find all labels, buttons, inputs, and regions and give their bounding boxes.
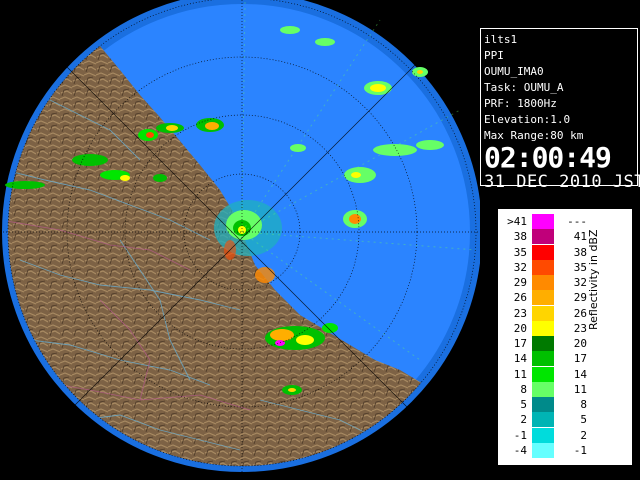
- legend-color-swatch: [532, 259, 554, 275]
- scan-time: 02:00:49: [484, 141, 612, 174]
- legend-upper-bound: -1: [573, 443, 587, 457]
- legend-color-swatch: [532, 412, 554, 428]
- legend-row: 58: [499, 397, 599, 413]
- legend-color-swatch: [532, 320, 554, 336]
- legend-lower-bound: 29: [513, 276, 527, 289]
- legend-upper-bound: 41: [573, 230, 587, 244]
- radar-map[interactable]: [0, 0, 480, 480]
- legend-row: 17 20: [499, 336, 599, 352]
- legend-lower-bound: 20: [513, 321, 527, 335]
- side-panel: ilts1 PPI OUMU_IMA0 Task: OUMU_A PRF: 18…: [480, 0, 640, 480]
- legend-lower-bound: 23: [513, 306, 527, 320]
- legend-upper-bound: 29: [573, 291, 587, 305]
- legend-lower-bound: 2: [520, 413, 527, 427]
- legend-row: 8 11: [499, 381, 599, 398]
- legend-color-swatch: [532, 214, 554, 229]
- legend-row: -4 -1: [499, 442, 599, 459]
- legend-row: 26 29: [499, 290, 599, 306]
- legend-row: >41 ---: [499, 214, 599, 230]
- legend-upper-bound: 14: [573, 367, 587, 381]
- legend-color-swatch: [532, 427, 554, 443]
- legend-upper-bound: 26: [573, 306, 587, 320]
- legend-color-swatch: [532, 336, 554, 351]
- task-name: Task: OUMU_A: [484, 81, 564, 94]
- site-name: ilts1: [484, 33, 518, 46]
- legend-lower-bound: 8: [520, 382, 527, 396]
- legend-upper-bound: 11: [573, 382, 587, 396]
- legend-upper-bound: 32: [573, 276, 587, 289]
- legend-color-swatch: [532, 275, 554, 290]
- legend-color-swatch: [532, 397, 554, 412]
- prf-value: PRF: 1800Hz: [484, 97, 557, 110]
- legend-lower-bound: 32: [513, 260, 527, 274]
- legend-lower-bound: 35: [513, 245, 527, 259]
- legend-row: 35 38: [499, 244, 599, 261]
- legend-upper-bound: 8: [580, 398, 587, 411]
- legend-upper-bound: 23: [573, 321, 587, 335]
- legend-row: 20 23: [499, 320, 599, 337]
- info-box: ilts1 PPI OUMU_IMA0 Task: OUMU_A PRF: 18…: [480, 28, 640, 192]
- legend-row: 11 14: [499, 366, 599, 383]
- legend-color-swatch: [532, 381, 554, 397]
- legend-lower-bound: -4: [513, 443, 527, 457]
- legend-color-swatch: [532, 442, 554, 458]
- legend-lower-bound: -1: [513, 428, 527, 442]
- legend-color-swatch: [532, 290, 554, 306]
- legend-lower-bound: 26: [513, 291, 527, 305]
- station-id: OUMU_IMA0: [484, 65, 544, 78]
- legend-row: 25: [499, 412, 599, 428]
- legend-upper-bound: 2: [580, 428, 587, 442]
- legend-row: 32 35: [499, 259, 599, 276]
- legend-color-swatch: [532, 351, 554, 367]
- legend-row: 23 26: [499, 305, 599, 322]
- legend-color-swatch: [532, 244, 554, 260]
- legend-lower-bound: 11: [513, 367, 527, 381]
- legend-upper-bound: 20: [573, 337, 587, 350]
- legend-upper-bound: 35: [573, 260, 587, 274]
- legend-lower-bound: 14: [513, 352, 527, 366]
- legend-upper-bound: 5: [580, 413, 587, 427]
- legend-color-swatch: [532, 305, 554, 321]
- legend-row: 38 41: [499, 229, 599, 245]
- legend-color-swatch: [532, 366, 554, 382]
- reflectivity-legend: >41 --- 38 41 35 38 32 35 29 32 26 29 23 26 20 23 17 20 14…: [498, 209, 632, 465]
- legend-lower-bound: 38: [513, 230, 527, 244]
- legend-unit-label: Reflectivity in dBZ: [587, 229, 600, 330]
- legend-upper-bound: 38: [573, 245, 587, 259]
- product-type: PPI: [484, 49, 504, 62]
- scan-date: 31 DEC 2010 JST: [484, 172, 640, 192]
- elevation-value: Elevation:1.0: [484, 113, 571, 126]
- legend-row: 29 32: [499, 275, 599, 291]
- legend-lower-bound: 17: [513, 337, 527, 350]
- legend-upper-bound: ---: [567, 215, 587, 228]
- legend-color-swatch: [532, 229, 554, 245]
- legend-lower-bound: >41: [507, 215, 527, 228]
- legend-lower-bound: 5: [520, 398, 527, 411]
- legend-upper-bound: 17: [573, 352, 587, 366]
- legend-row: 14 17: [499, 351, 599, 367]
- legend-row: -1 2: [499, 427, 599, 444]
